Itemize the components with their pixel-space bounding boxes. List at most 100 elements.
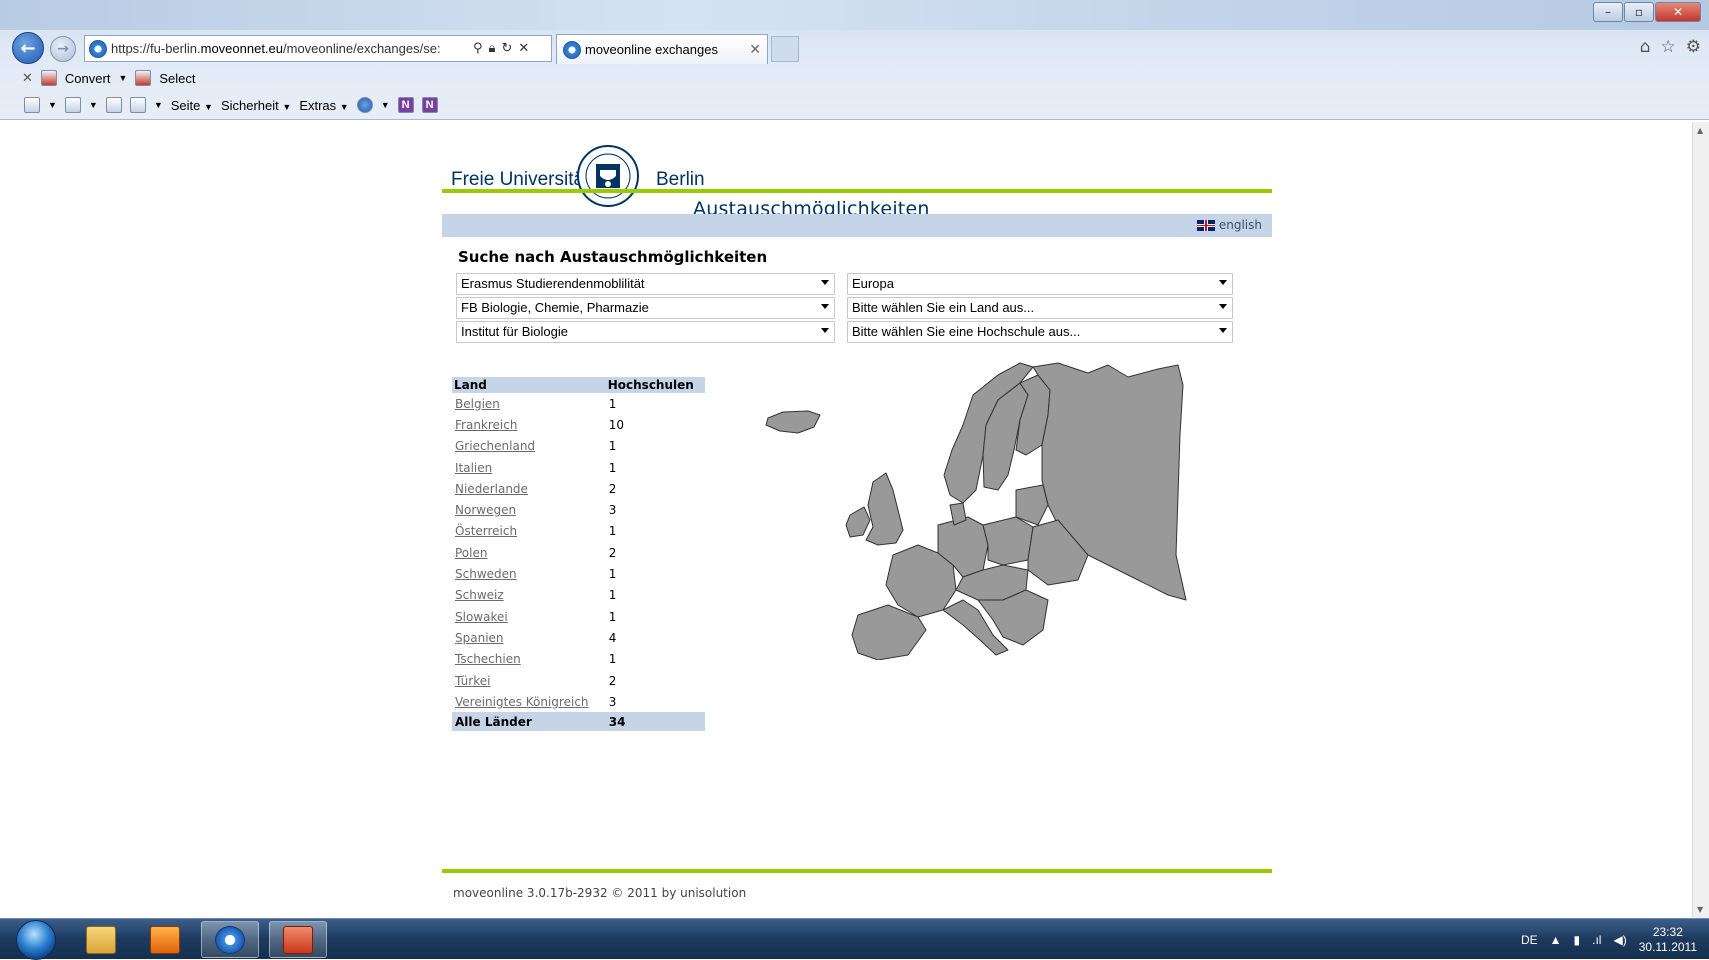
search-icon[interactable]: ⚲ [473,41,483,56]
chevron-down-icon[interactable]: ▼ [381,100,390,110]
country-link[interactable]: Schweden [455,567,517,581]
europe-map[interactable] [758,355,1193,660]
country-link[interactable]: Polen [455,546,487,560]
clock[interactable]: 23:32 30.11.2011 [1639,925,1697,955]
lock-icon[interactable]: 🔒︎ [489,41,496,56]
start-orb-icon[interactable] [16,920,56,960]
language-indicator[interactable]: DE [1521,933,1538,947]
select-button[interactable]: Select [159,71,195,86]
print-icon[interactable] [129,97,146,113]
table-header-row: Land Hochschulen [452,377,705,393]
tab-moveonline[interactable]: moveonline exchanges ✕ [556,34,768,64]
table-row: Vereinigtes Königreich 3 [452,691,705,712]
language-bar: english [442,214,1272,237]
back-icon[interactable]: ← [12,32,44,64]
stop-icon[interactable]: ✕ [518,41,529,56]
site-header: Freie Universität Berlin Austauschmöglic… [442,132,1272,220]
settings-icon[interactable]: ⚙ [1686,37,1701,57]
country-select[interactable]: Bitte wählen Sie ein Land aus... [847,297,1233,319]
map-region-uk [865,472,904,546]
country-link[interactable]: Niederlande [455,482,528,496]
forward-icon[interactable]: → [50,36,76,62]
onenote-icon[interactable]: N [421,97,438,113]
close-window-button[interactable]: ✕ [1655,2,1701,22]
system-tray: DE ▲ ▮ .ıl ◀) 23:32 30.11.2011 [1521,925,1697,955]
logo-text-right[interactable]: Berlin [656,169,705,191]
close-tab-icon[interactable]: ✕ [749,42,761,58]
faculty-select[interactable]: FB Biologie, Chemie, Pharmazie [456,297,835,319]
scroll-down-icon[interactable]: ▼ [1697,905,1703,914]
country-link[interactable]: Norwegen [455,503,516,517]
explorer-icon [86,925,116,954]
ie-taskbar-button[interactable] [201,921,259,958]
network-icon[interactable]: ▮ [1574,933,1581,947]
chevron-down-icon[interactable]: ▼ [48,100,57,110]
extras-menu[interactable]: Extras ▼ [299,98,348,113]
university-count-cell: 1 [608,652,617,667]
country-link[interactable]: Türkei [455,674,490,688]
region-select[interactable]: Europa [847,273,1233,295]
header-divider [442,189,1272,193]
minimize-button[interactable]: – [1593,2,1623,22]
programme-select[interactable]: Erasmus Studierendenmoblilität [456,273,835,295]
browser-chrome: – ▫ ✕ ← → https://fu-berlin.moveonnet.eu… [0,0,1709,120]
explorer-taskbar-button[interactable] [72,921,130,958]
country-link[interactable]: Griechenland [455,439,535,453]
country-link[interactable]: Slowakei [455,610,508,624]
mail-icon[interactable] [105,97,122,113]
onenote-icon[interactable]: N [397,97,414,113]
home-icon[interactable] [24,97,40,113]
restore-button[interactable]: ▫ [1624,2,1654,22]
signal-icon[interactable]: .ıl [1592,933,1601,947]
new-tab-button[interactable] [771,36,799,62]
home-icon[interactable]: ⌂ [1640,37,1651,57]
sicherheit-menu[interactable]: Sicherheit ▼ [221,98,291,113]
refresh-icon[interactable]: ↻ [501,41,512,56]
institute-select[interactable]: Institut für Biologie [456,321,835,343]
country-link[interactable]: Italien [455,461,492,475]
vertical-scrollbar[interactable]: ▲ ▼ [1692,122,1709,918]
help-icon[interactable] [356,97,373,113]
media-player-taskbar-button[interactable] [136,921,194,958]
country-cell: Österreich [452,521,606,542]
address-bar[interactable]: https://fu-berlin.moveonnet.eu/moveonlin… [84,35,552,62]
chevron-down-icon[interactable]: ▼ [154,100,163,110]
country-link[interactable]: Frankreich [455,418,517,432]
powerpoint-taskbar-button[interactable] [269,921,327,958]
window-controls: – ▫ ✕ [1593,2,1701,22]
url-text[interactable]: https://fu-berlin.moveonnet.eu/moveonlin… [111,41,471,56]
close-bar-icon[interactable]: ✕ [22,70,33,86]
university-count-cell: 1 [608,588,617,603]
language-link[interactable]: english [1219,218,1262,232]
country-link[interactable]: Spanien [455,631,504,645]
table-row: Spanien 4 [452,627,705,648]
map-region-ireland [845,506,871,538]
country-cell: Frankreich [452,414,606,435]
command-bar-convert: ✕ Convert ▼ Select [0,66,1709,90]
country-link[interactable]: Vereinigtes Königreich [455,695,589,709]
chevron-down-icon[interactable]: ▼ [118,73,127,83]
show-hidden-icons-icon[interactable]: ▲ [1550,933,1562,947]
country-link[interactable]: Belgien [455,397,500,411]
university-count-cell: 3 [608,694,617,709]
language-switch[interactable]: english [1196,218,1262,232]
country-cell: Belgien [452,393,606,414]
seite-menu[interactable]: Seite ▼ [171,98,213,113]
favorites-icon[interactable]: ☆ [1661,37,1676,57]
country-link[interactable]: Tschechien [455,652,521,666]
logo-text-left[interactable]: Freie Universität [451,169,589,191]
table-row: Polen 2 [452,542,705,563]
chevron-down-icon[interactable]: ▼ [89,100,98,110]
university-count-cell: 1 [608,567,617,582]
convert-button[interactable]: Convert [65,71,111,86]
country-link[interactable]: Österreich [455,524,517,538]
university-seal-logo[interactable] [576,144,640,208]
map-region-iceland [765,410,821,434]
table-row: Frankreich 10 [452,414,705,435]
volume-icon[interactable]: ◀) [1613,933,1626,947]
country-link[interactable]: Schweiz [455,588,504,602]
feeds-icon[interactable] [64,97,81,113]
scroll-up-icon[interactable]: ▲ [1697,126,1703,135]
country-cell: Italien [452,457,606,478]
university-select[interactable]: Bitte wählen Sie eine Hochschule aus... [847,321,1233,343]
